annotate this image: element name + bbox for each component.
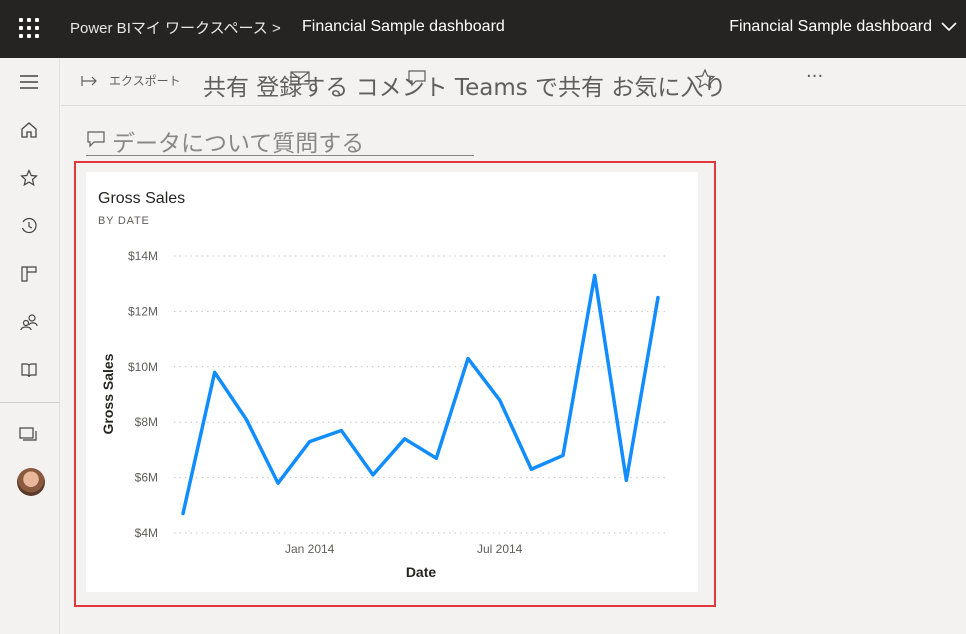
workspaces-icon[interactable] xyxy=(18,424,40,446)
nav-divider xyxy=(0,402,60,403)
hamburger-menu-icon[interactable] xyxy=(18,71,40,93)
recent-clock-icon[interactable] xyxy=(18,215,40,237)
action-buttons-text[interactable]: 共有 登録する コメント Teams で共有 お気に入り xyxy=(203,68,726,102)
qna-placeholder: データについて質問する xyxy=(112,131,365,157)
shared-with-me-icon[interactable] xyxy=(18,311,40,333)
dashboard-selector[interactable]: Financial Sample dashboard xyxy=(729,18,958,36)
tile-highlight-border xyxy=(74,161,716,607)
chevron-down-icon xyxy=(941,22,957,32)
export-label: エクスポート xyxy=(109,74,181,88)
more-options-button[interactable]: ··· xyxy=(806,66,823,87)
comment-icon[interactable] xyxy=(406,68,428,88)
user-avatar[interactable] xyxy=(17,468,45,496)
favorites-star-icon[interactable] xyxy=(18,167,40,189)
dashboard-title: Financial Sample dashboard xyxy=(302,18,505,35)
qna-chat-icon xyxy=(87,131,105,148)
top-bar: Power BIマイ ワークスペース > Financial Sample da… xyxy=(0,0,966,58)
app-launcher-icon[interactable] xyxy=(19,18,39,38)
export-arrow-icon xyxy=(81,75,97,86)
apps-icon[interactable] xyxy=(18,263,40,285)
home-icon[interactable] xyxy=(18,119,40,141)
subscribe-mail-icon[interactable] xyxy=(289,68,311,88)
qna-input[interactable]: データについて質問する xyxy=(86,124,474,157)
favorite-star-icon[interactable] xyxy=(694,68,716,90)
dashboard-selector-label: Financial Sample dashboard xyxy=(729,18,932,35)
workspace-breadcrumb[interactable]: Power BIマイ ワークスペース > xyxy=(70,17,281,38)
export-button[interactable]: エクスポート xyxy=(81,72,181,89)
action-bar: エクスポート 共有 登録する コメント Teams で共有 お気に入り ··· xyxy=(61,58,966,106)
left-navigation xyxy=(0,58,60,634)
learn-book-icon[interactable] xyxy=(18,359,40,381)
